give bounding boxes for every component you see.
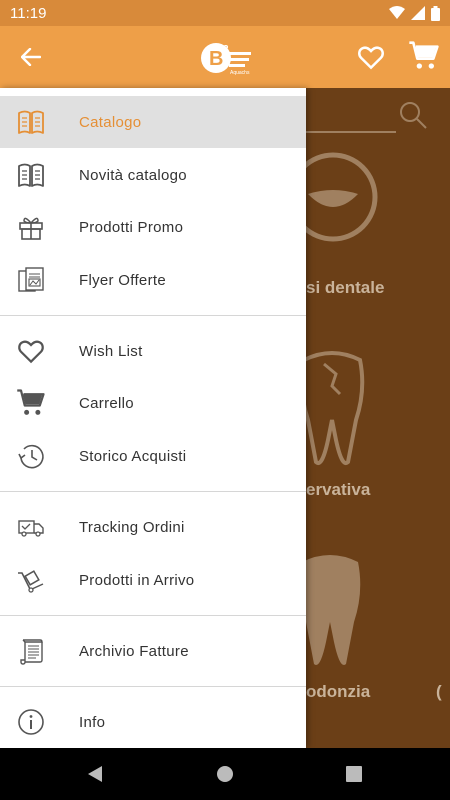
drawer-item-label: Prodotti in Arrivo <box>79 571 195 589</box>
heart-icon <box>18 340 44 364</box>
gift-icon <box>19 217 43 240</box>
category-label: ervativa <box>306 480 371 499</box>
book-icon <box>18 110 44 134</box>
drawer-divider <box>0 686 306 687</box>
drawer-item-storico-acquisti[interactable]: Storico Acquisti <box>0 430 306 482</box>
drawer-item-catalogo[interactable]: Catalogo <box>0 96 306 148</box>
arrow-back-icon <box>21 48 41 66</box>
wishlist-button[interactable] <box>356 42 386 72</box>
nav-back-icon[interactable] <box>86 764 104 784</box>
svg-text:B: B <box>209 48 223 70</box>
drawer-divider <box>0 615 306 616</box>
drawer-item-prodotti-in-arrivo[interactable]: Prodotti in Arrivo <box>0 554 306 606</box>
status-time: 11:19 <box>10 4 47 22</box>
back-button[interactable] <box>16 42 46 72</box>
signal-icon <box>411 6 425 20</box>
category-icon-tooth <box>299 351 365 465</box>
book-icon <box>18 163 44 187</box>
drawer-item-tracking-ordini[interactable]: Tracking Ordini <box>0 501 306 553</box>
drawer-item-wish-list[interactable]: Wish List <box>0 325 306 377</box>
battery-icon <box>431 5 440 21</box>
svg-text:2: 2 <box>223 44 229 55</box>
status-bar: 11:19 <box>0 0 450 26</box>
category-label: odonzia <box>306 682 371 701</box>
drawer-item-label: Carrello <box>79 394 134 412</box>
invoice-scroll-icon <box>20 639 43 665</box>
search-input[interactable] <box>306 131 396 133</box>
cart-button[interactable] <box>408 40 440 72</box>
drawer-item-label: Info <box>79 713 106 731</box>
drawer-item-label: Archivio Fatture <box>79 642 189 660</box>
cart-icon <box>17 389 45 415</box>
drawer-item-prodotti-promo[interactable]: Prodotti Promo <box>0 201 306 253</box>
nav-home-icon[interactable] <box>216 764 234 784</box>
brand-logo: B 2 Aquachs <box>201 43 251 76</box>
status-icons <box>389 5 440 21</box>
truck-icon <box>18 520 44 537</box>
cart-icon <box>409 41 439 69</box>
drawer-item-label: Novità catalogo <box>79 166 187 184</box>
category-next-arrow: ( <box>436 682 442 701</box>
system-navigation-bar <box>0 748 450 800</box>
category-label: si dentale <box>306 278 385 297</box>
drawer-divider <box>0 491 306 492</box>
flyer-icon <box>18 267 44 292</box>
history-icon <box>18 444 44 469</box>
drawer-divider <box>0 315 306 316</box>
wifi-icon <box>389 6 405 19</box>
drawer-item-label: Catalogo <box>79 113 142 131</box>
drawer-item-novita-catalogo[interactable]: Novità catalogo <box>0 149 306 201</box>
drawer-item-carrello[interactable]: Carrello <box>0 377 306 429</box>
app-bar: B 2 Aquachs <box>0 26 450 88</box>
drawer-item-label: Flyer Offerte <box>79 271 166 289</box>
category-icon-tooth-filled <box>299 555 361 666</box>
drawer-item-info[interactable]: Info <box>0 696 306 748</box>
search-icon[interactable] <box>398 100 428 130</box>
drawer-item-label: Tracking Ordini <box>79 518 185 536</box>
hand-truck-icon <box>18 570 44 593</box>
drawer-item-label: Prodotti Promo <box>79 218 184 236</box>
info-icon <box>18 709 44 735</box>
svg-text:Aquachs: Aquachs <box>230 70 250 76</box>
navigation-drawer: Catalogo Novità catalogo Prodotti Promo … <box>0 88 306 748</box>
drawer-item-label: Wish List <box>79 342 143 360</box>
drawer-item-flyer-offerte[interactable]: Flyer Offerte <box>0 254 306 306</box>
heart-icon <box>358 46 384 70</box>
drawer-item-archivio-fatture[interactable]: Archivio Fatture <box>0 625 306 677</box>
nav-recents-icon[interactable] <box>345 764 363 784</box>
drawer-item-label: Storico Acquisti <box>79 447 187 465</box>
